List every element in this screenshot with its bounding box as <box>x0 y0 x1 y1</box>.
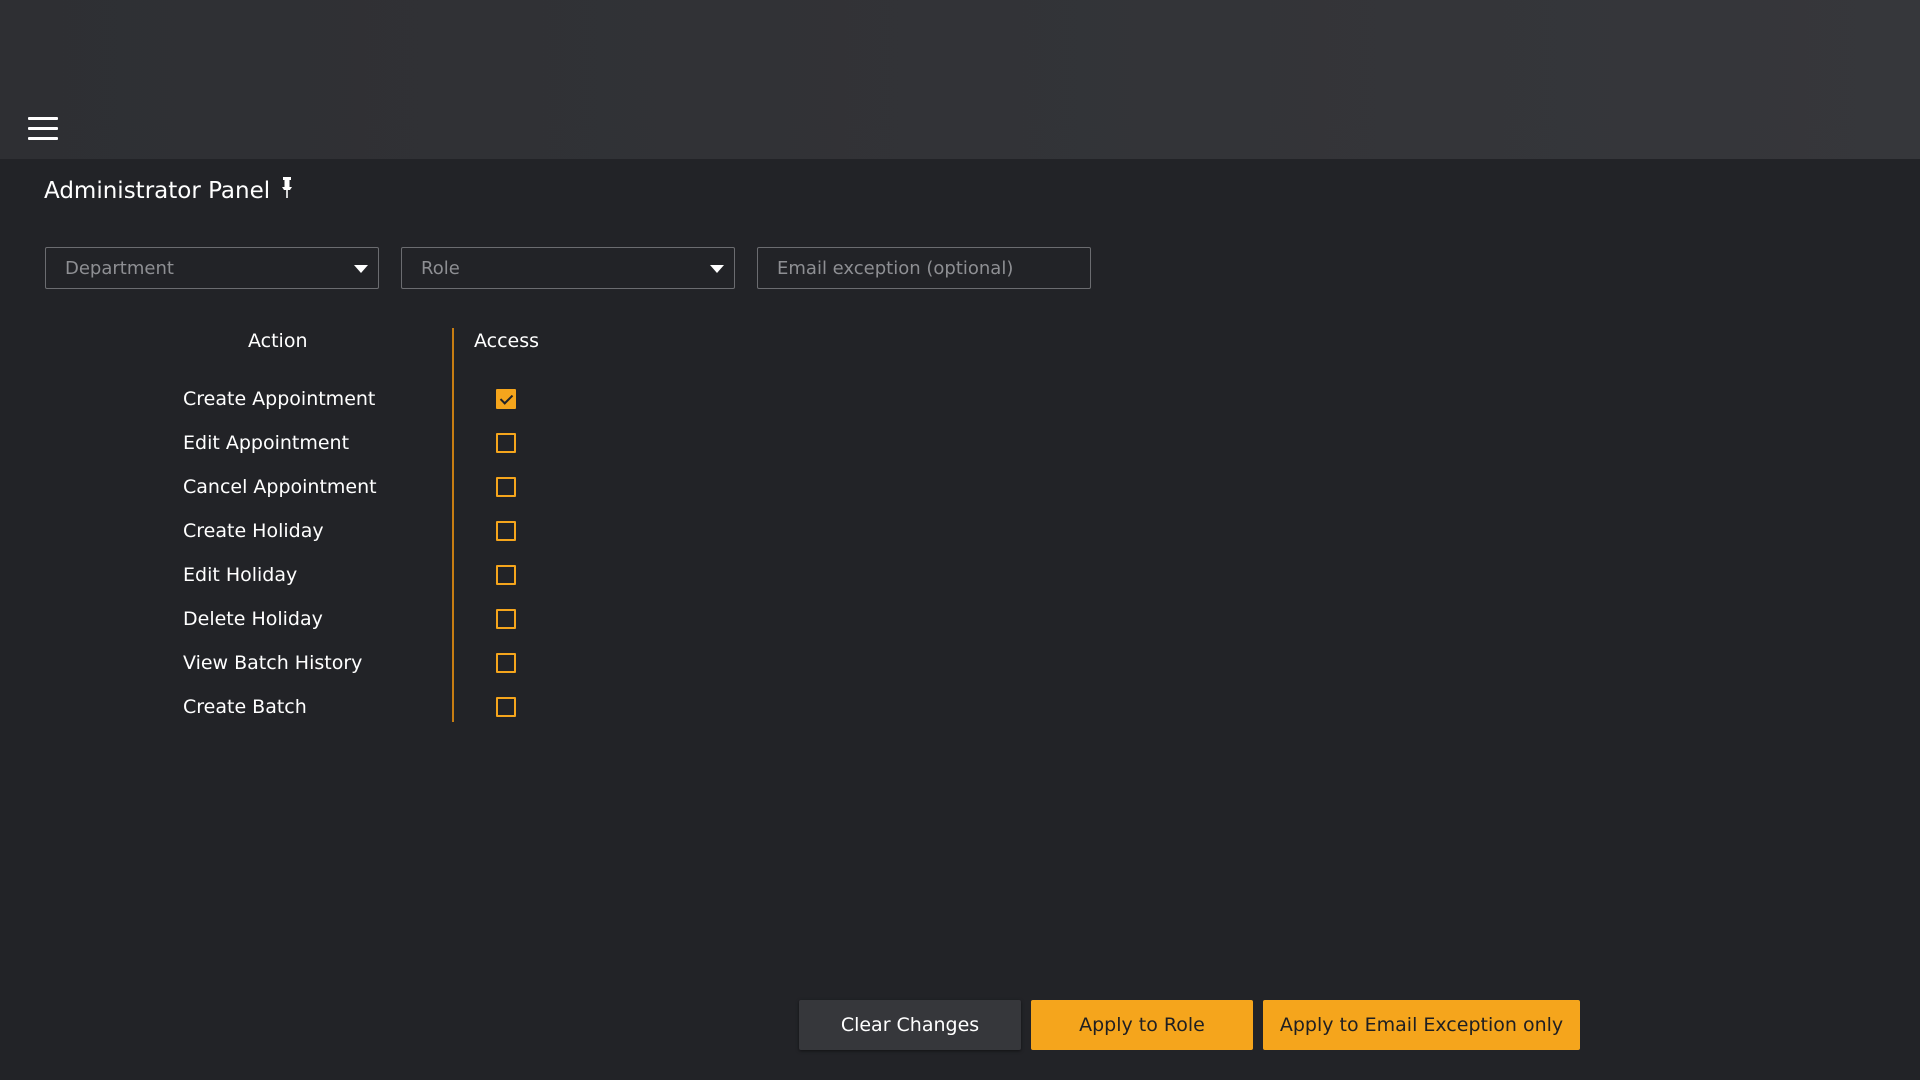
access-checkbox[interactable] <box>496 521 516 541</box>
access-checkbox[interactable] <box>496 609 516 629</box>
table-row: Create Appointment <box>0 386 600 430</box>
pushpin-icon[interactable] <box>280 176 294 200</box>
chevron-down-icon <box>354 265 368 273</box>
apply-to-role-button[interactable]: Apply to Role <box>1031 1000 1253 1050</box>
clear-changes-button[interactable]: Clear Changes <box>799 1000 1021 1050</box>
department-select[interactable]: Department <box>45 247 379 289</box>
action-column-header: Action <box>248 330 308 352</box>
action-label: Cancel Appointment <box>183 476 377 498</box>
role-select[interactable]: Role <box>401 247 735 289</box>
hamburger-menu-icon[interactable] <box>28 117 60 141</box>
access-checkbox[interactable] <box>496 697 516 717</box>
page-title: Administrator Panel <box>44 178 271 204</box>
action-label: Delete Holiday <box>183 608 323 630</box>
access-checkbox[interactable] <box>496 433 516 453</box>
chevron-down-icon <box>710 265 724 273</box>
table-row: Cancel Appointment <box>0 474 600 518</box>
role-placeholder: Role <box>421 257 460 279</box>
access-column-header: Access <box>474 330 540 352</box>
access-checkbox[interactable] <box>496 565 516 585</box>
email-exception-field[interactable] <box>757 247 1091 289</box>
department-placeholder: Department <box>65 257 174 279</box>
table-row: Create Batch <box>0 694 600 738</box>
access-checkbox[interactable] <box>496 653 516 673</box>
action-label: Edit Holiday <box>183 564 298 586</box>
action-label: Create Batch <box>183 696 307 718</box>
table-row: Create Holiday <box>0 518 600 562</box>
apply-to-email-exception-button[interactable]: Apply to Email Exception only <box>1263 1000 1580 1050</box>
action-label: View Batch History <box>183 652 363 674</box>
access-checkbox[interactable] <box>496 477 516 497</box>
table-row: Edit Holiday <box>0 562 600 606</box>
top-app-bar <box>0 0 1920 159</box>
access-checkbox[interactable] <box>496 389 516 409</box>
email-exception-input[interactable] <box>777 257 1077 279</box>
table-row: View Batch History <box>0 650 600 694</box>
action-label: Edit Appointment <box>183 432 350 454</box>
table-row: Delete Holiday <box>0 606 600 650</box>
page-header: Administrator Panel <box>44 176 294 204</box>
action-label: Create Appointment <box>183 388 376 410</box>
action-label: Create Holiday <box>183 520 324 542</box>
table-row: Edit Appointment <box>0 430 600 474</box>
